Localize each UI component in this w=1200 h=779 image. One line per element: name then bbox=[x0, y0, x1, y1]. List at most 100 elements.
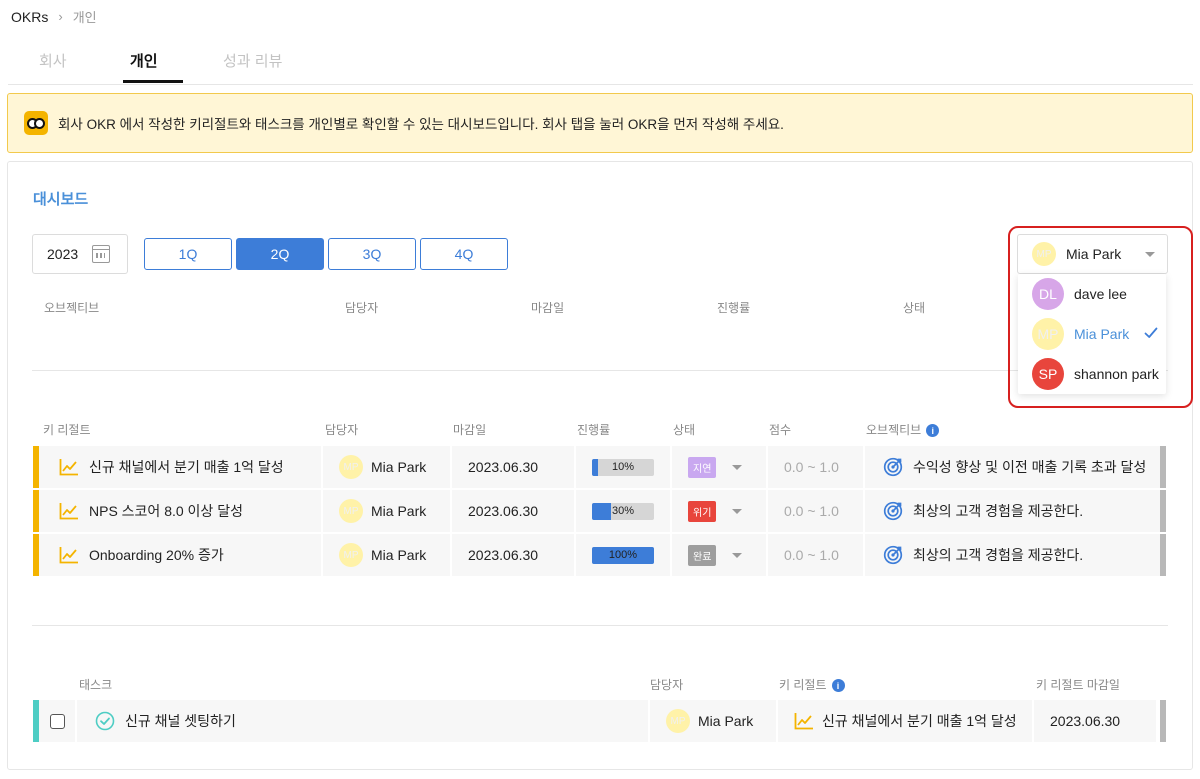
member-option-shannon-park[interactable]: SP shannon park bbox=[1032, 358, 1159, 390]
info-icon[interactable]: i bbox=[831, 679, 845, 693]
quarter-3q-button[interactable]: 3Q bbox=[328, 238, 416, 270]
dashboard-title: 대시보드 bbox=[33, 191, 89, 208]
kr-progress-cell: 10% bbox=[576, 446, 672, 488]
kr-status-cell[interactable]: 지연 bbox=[672, 446, 768, 488]
kr-row-scrollbar bbox=[1160, 490, 1166, 532]
tab-personal[interactable]: 개인 bbox=[130, 50, 158, 71]
kr-status-cell[interactable]: 완료 bbox=[672, 534, 768, 576]
target-icon bbox=[883, 457, 903, 477]
kr-deadline-cell: 2023.06.30 bbox=[452, 490, 576, 532]
breadcrumb-current: 개인 bbox=[72, 10, 97, 25]
progress-label: 100% bbox=[608, 549, 638, 561]
tab-bar: 회사 개인 성과 리뷰 bbox=[8, 40, 1193, 85]
kr-title-cell[interactable]: NPS 스코어 8.0 이상 달성 bbox=[39, 490, 323, 532]
kr-objective-cell[interactable]: 수익성 향상 및 이전 매출 기록 초과 달성 bbox=[865, 446, 1160, 488]
breadcrumb-root[interactable]: OKRs bbox=[11, 9, 48, 25]
objective-header: 오브젝티브 bbox=[44, 301, 100, 315]
quarter-2q-button[interactable]: 2Q bbox=[236, 238, 324, 270]
trend-chart-icon bbox=[59, 503, 78, 520]
kr-title: Onboarding 20% 증가 bbox=[89, 547, 224, 563]
chevron-down-icon bbox=[1145, 251, 1156, 257]
tab-company[interactable]: 회사 bbox=[39, 50, 67, 71]
kr-score: 0.0 ~ 1.0 bbox=[784, 459, 839, 475]
breadcrumb-separator: › bbox=[58, 9, 63, 24]
trend-chart-icon bbox=[794, 713, 813, 730]
kr-objective-cell[interactable]: 최상의 고객 경험을 제공한다. bbox=[865, 490, 1160, 532]
kr-status-header: 상태 bbox=[673, 423, 696, 437]
kr-owner-cell: MP Mia Park bbox=[323, 446, 452, 488]
info-icon[interactable]: i bbox=[926, 424, 940, 438]
status-badge: 위기 bbox=[688, 500, 717, 522]
breadcrumb: OKRs › 개인 bbox=[11, 7, 97, 26]
member-option-mia-park[interactable]: MP Mia Park bbox=[1032, 318, 1129, 350]
kr-objective-cell[interactable]: 최상의 고객 경험을 제공한다. bbox=[865, 534, 1160, 576]
task-title-cell[interactable]: 신규 채널 셋팅하기 bbox=[77, 700, 650, 742]
check-circle-icon bbox=[95, 711, 115, 731]
kr-score-cell[interactable]: 0.0 ~ 1.0 bbox=[768, 490, 865, 532]
kr-owner: Mia Park bbox=[371, 547, 427, 563]
kr-deadline-cell: 2023.06.30 bbox=[452, 534, 576, 576]
kr-score-cell[interactable]: 0.0 ~ 1.0 bbox=[768, 446, 865, 488]
task-kr-header: 키 리절트 i bbox=[779, 676, 845, 693]
task-title: 신규 채널 셋팅하기 bbox=[125, 713, 236, 729]
member-option-label: Mia Park bbox=[1074, 326, 1130, 342]
task-kr-deadline: 2023.06.30 bbox=[1050, 713, 1121, 729]
task-owner-cell: MP Mia Park bbox=[650, 700, 778, 742]
objective-owner-header: 담당자 bbox=[345, 301, 379, 315]
kr-row-scrollbar bbox=[1160, 446, 1166, 488]
section-divider bbox=[32, 625, 1168, 626]
year-picker[interactable]: 2023 bbox=[32, 234, 128, 274]
task-header: 태스크 bbox=[79, 678, 113, 692]
objective-progress-header: 진행률 bbox=[717, 301, 751, 315]
objective-status-header: 상태 bbox=[903, 301, 926, 315]
kr-progress-header: 진행률 bbox=[577, 423, 611, 437]
kr-header: 키 리절트 bbox=[43, 423, 91, 437]
task-kr-deadline-header: 키 리절트 마감일 bbox=[1036, 678, 1120, 692]
task-kr-deadline-cell: 2023.06.30 bbox=[1034, 700, 1156, 742]
avatar: MP bbox=[1032, 318, 1064, 350]
kr-objective-header-label: 오브젝티브 bbox=[866, 423, 922, 437]
kr-deadline-header: 마감일 bbox=[453, 423, 487, 437]
progress-bar: 10% bbox=[592, 458, 654, 476]
kr-score-cell[interactable]: 0.0 ~ 1.0 bbox=[768, 534, 865, 576]
tab-performance-review[interactable]: 성과 리뷰 bbox=[223, 50, 282, 71]
task-owner: Mia Park bbox=[698, 713, 754, 729]
kr-owner: Mia Park bbox=[371, 459, 427, 475]
target-icon bbox=[883, 545, 903, 565]
kr-row[interactable]: 신규 채널에서 분기 매출 1억 달성 MP Mia Park 2023.06.30 1… bbox=[33, 446, 1166, 488]
member-option-dave-lee[interactable]: DL dave lee bbox=[1032, 278, 1127, 310]
kr-score: 0.0 ~ 1.0 bbox=[784, 547, 839, 563]
task-kr-cell[interactable]: 신규 채널에서 분기 매출 1억 달성 bbox=[778, 700, 1034, 742]
status-badge: 지연 bbox=[688, 456, 717, 478]
member-select[interactable]: MP Mia Park bbox=[1017, 234, 1168, 274]
chevron-down-icon bbox=[732, 508, 743, 514]
owl-icon bbox=[24, 111, 48, 135]
quarter-1q-button[interactable]: 1Q bbox=[144, 238, 232, 270]
task-checkbox[interactable] bbox=[49, 713, 65, 729]
kr-deadline: 2023.06.30 bbox=[468, 459, 539, 475]
notice-banner: 회사 OKR 에서 작성한 키리절트와 태스크를 개인별로 확인할 수 있는 대… bbox=[7, 93, 1193, 153]
task-row[interactable]: 신규 채널 셋팅하기 MP Mia Park 신규 채널에서 분기 매출 1억 … bbox=[33, 700, 1166, 742]
notice-text: 회사 OKR 에서 작성한 키리절트와 태스크를 개인별로 확인할 수 있는 대… bbox=[58, 117, 784, 132]
member-option-label: shannon park bbox=[1074, 366, 1159, 382]
kr-deadline-cell: 2023.06.30 bbox=[452, 446, 576, 488]
kr-score: 0.0 ~ 1.0 bbox=[784, 503, 839, 519]
kr-objective: 최상의 고객 경험을 제공한다. bbox=[913, 547, 1084, 563]
chevron-down-icon bbox=[732, 464, 743, 470]
member-select-value: Mia Park bbox=[1066, 246, 1122, 262]
kr-owner-cell: MP Mia Park bbox=[323, 490, 452, 532]
kr-title-cell[interactable]: Onboarding 20% 증가 bbox=[39, 534, 323, 576]
quarter-4q-button[interactable]: 4Q bbox=[420, 238, 508, 270]
kr-title-cell[interactable]: 신규 채널에서 분기 매출 1억 달성 bbox=[39, 446, 323, 488]
year-value: 2023 bbox=[47, 246, 79, 262]
task-kr-title: 신규 채널에서 분기 매출 1억 달성 bbox=[822, 713, 1017, 729]
kr-owner-header: 담당자 bbox=[325, 423, 359, 437]
kr-row[interactable]: NPS 스코어 8.0 이상 달성 MP Mia Park 2023.06.30 30%… bbox=[33, 490, 1166, 532]
task-kr-header-label: 키 리절트 bbox=[779, 678, 827, 692]
trend-chart-icon bbox=[59, 547, 78, 564]
kr-row[interactable]: Onboarding 20% 증가 MP Mia Park 2023.06.30 100… bbox=[33, 534, 1166, 576]
kr-status-cell[interactable]: 위기 bbox=[672, 490, 768, 532]
trend-chart-icon bbox=[59, 459, 78, 476]
avatar: MP bbox=[666, 709, 690, 733]
kr-owner: Mia Park bbox=[371, 503, 427, 519]
